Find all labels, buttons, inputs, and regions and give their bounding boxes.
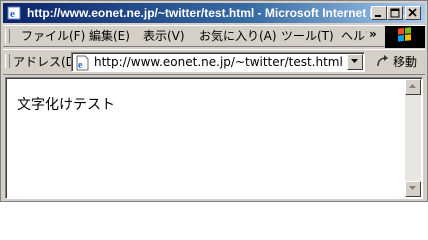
windows-logo-icon — [398, 27, 411, 42]
menu-overflow-chevron[interactable]: » — [369, 27, 377, 41]
browser-window: e http://www.eonet.ne.jp/~twitter/test.h… — [0, 0, 428, 202]
vertical-scrollbar[interactable] — [405, 79, 421, 197]
address-bar: アドレス(D) e http://www.eonet.ne.jp/~twitte… — [3, 49, 425, 75]
ie-icon: e — [7, 6, 21, 20]
chevron-down-icon — [351, 59, 358, 63]
maximize-icon — [390, 8, 400, 18]
windows-logo — [385, 26, 425, 48]
go-arrow-icon — [377, 55, 388, 67]
menu-grip[interactable] — [5, 29, 10, 43]
scroll-down-button[interactable] — [405, 181, 421, 197]
svg-text:e: e — [10, 8, 15, 20]
scroll-up-button[interactable] — [405, 79, 421, 95]
address-input[interactable]: e http://www.eonet.ne.jp/~twitter/test.h… — [71, 52, 365, 72]
address-grip[interactable] — [5, 54, 10, 68]
page-content: 文字化けテスト — [5, 77, 423, 199]
menu-favorites[interactable]: お気に入り(A) — [199, 28, 277, 44]
chevron-down-icon — [409, 186, 416, 190]
title-bar[interactable]: e http://www.eonet.ne.jp/~twitter/test.h… — [3, 3, 425, 23]
svg-text:e: e — [78, 60, 83, 71]
maximize-button[interactable] — [387, 6, 403, 20]
minimize-icon — [375, 15, 381, 17]
menu-help[interactable]: ヘルプ — [341, 28, 367, 44]
chevron-up-icon — [409, 84, 416, 88]
address-dropdown-button[interactable] — [347, 54, 363, 70]
close-button[interactable] — [405, 6, 421, 20]
menu-bar: ファイル(F) 編集(E) 表示(V) お気に入り(A) ツール(T) ヘルプ … — [3, 25, 425, 48]
menu-edit[interactable]: 編集(E) — [89, 28, 130, 44]
address-url[interactable]: http://www.eonet.ne.jp/~twitter/test.htm… — [94, 55, 343, 69]
menu-view[interactable]: 表示(V) — [143, 28, 185, 44]
go-label: 移動 — [393, 55, 418, 69]
page-text: 文字化けテスト — [17, 97, 115, 113]
menu-file[interactable]: ファイル(F) — [21, 28, 85, 44]
close-icon — [408, 8, 417, 17]
menu-tools[interactable]: ツール(T) — [281, 28, 334, 44]
minimize-button[interactable] — [371, 6, 387, 20]
window-title: http://www.eonet.ne.jp/~twitter/test.htm… — [27, 6, 405, 20]
address-label: アドレス(D) — [13, 55, 80, 69]
page-icon: e — [76, 55, 89, 71]
go-button[interactable]: 移動 — [371, 52, 423, 72]
